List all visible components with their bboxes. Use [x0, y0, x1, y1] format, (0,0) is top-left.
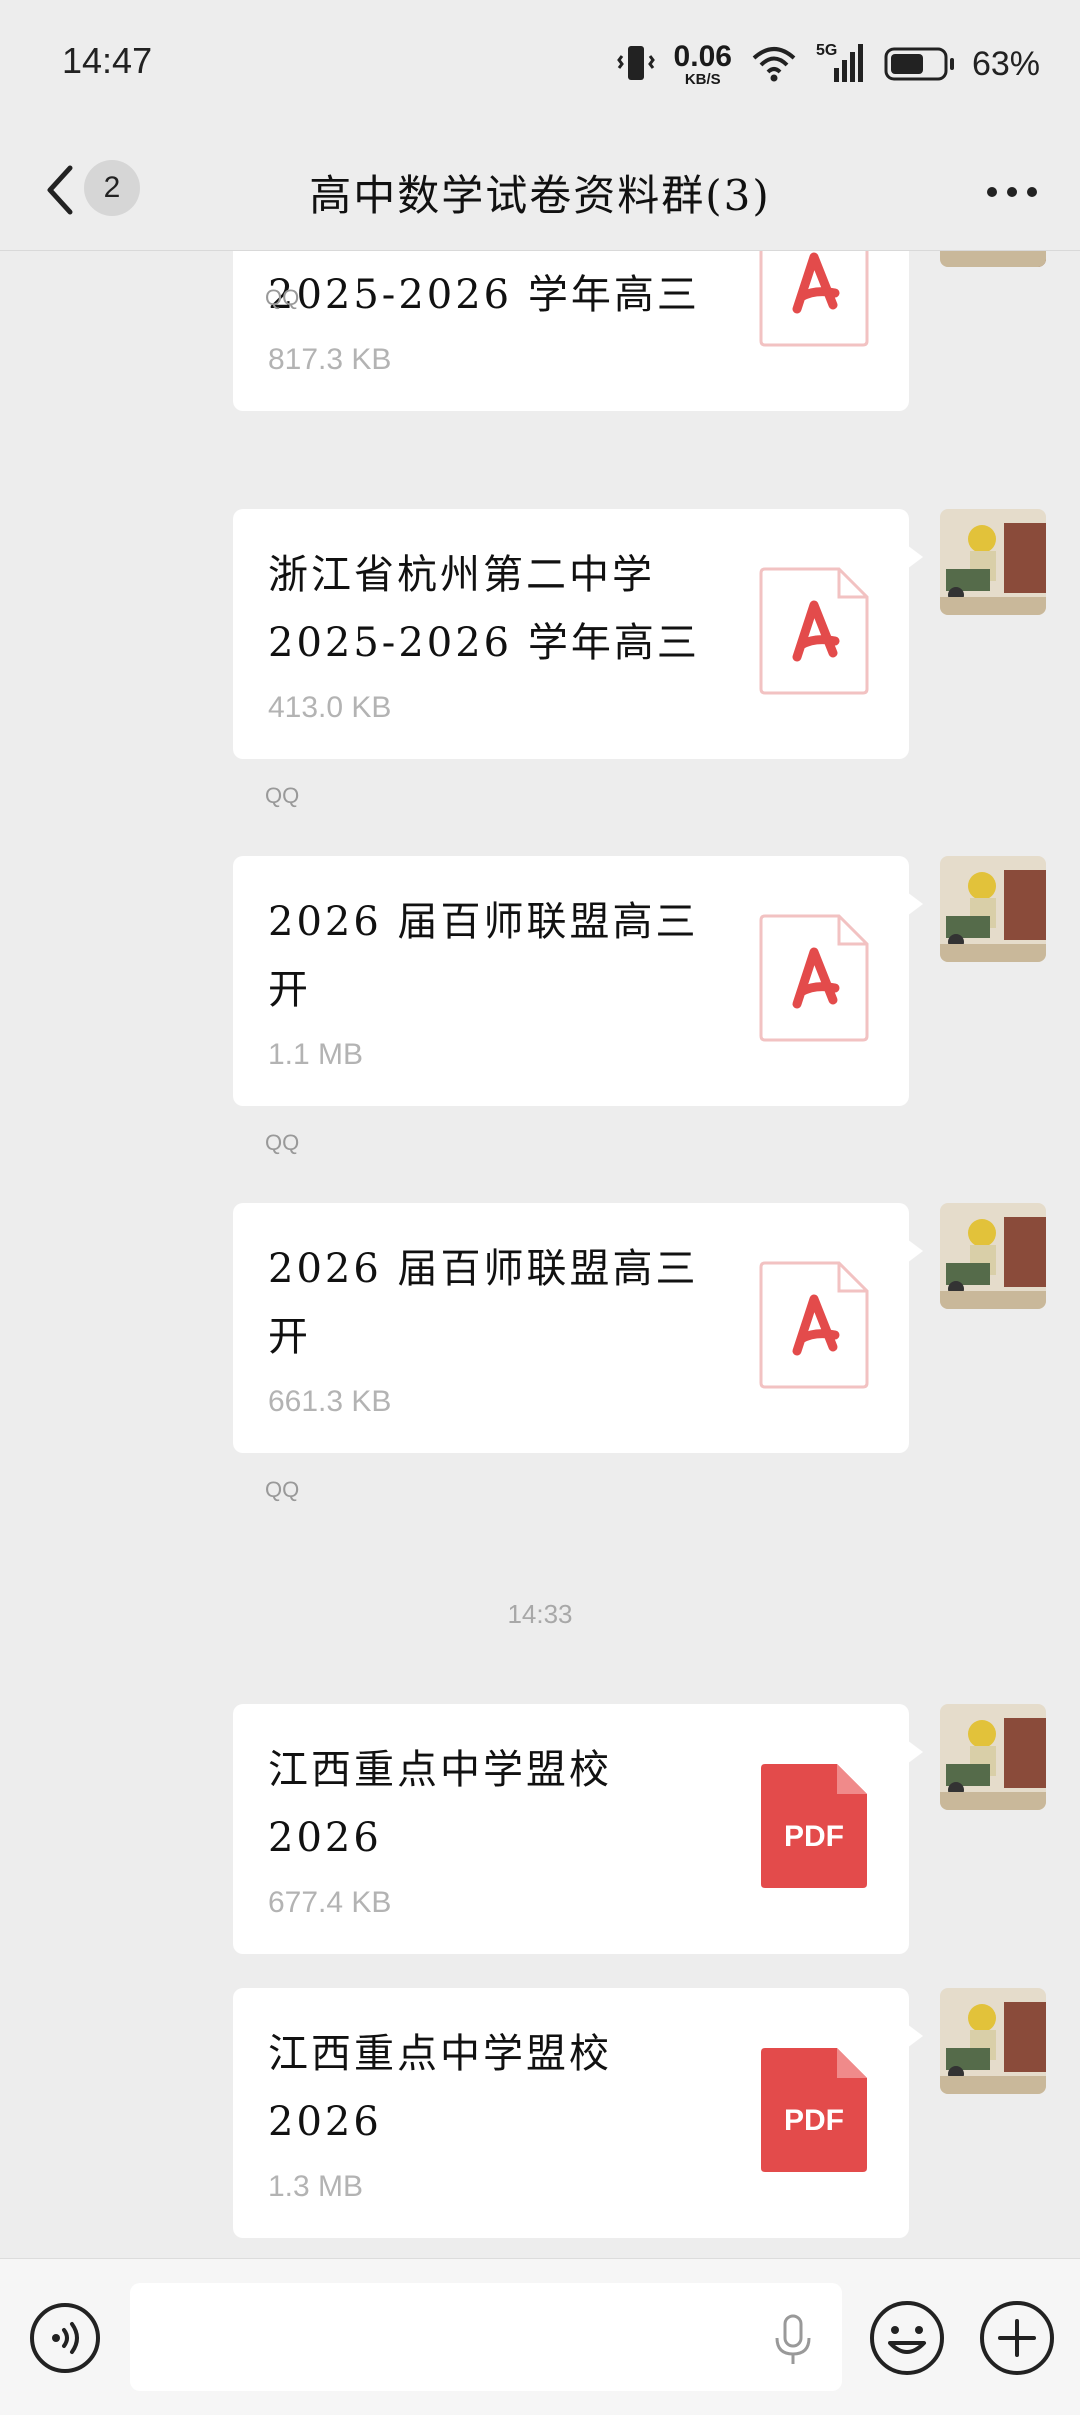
file-size: 1.3 MB	[268, 2170, 364, 2203]
file-bubble[interactable]: 2026 届百师联盟高三开 年大联考数学答案.pdf 1.1 MB	[233, 856, 923, 1106]
pdf-badge-label: PDF	[784, 2104, 844, 2137]
file-bubble[interactable]: 2026 届百师联盟高三开 年大联考数学试题.pdf 661.3 KB	[233, 1203, 923, 1453]
file-name: 江西重点中学盟校2026 届高三第一次质检 ...	[268, 1747, 612, 1861]
file-size: 1.1 MB	[268, 1038, 364, 1071]
microphone-icon[interactable]	[770, 2314, 816, 2366]
file-size: 677.4 KB	[268, 1886, 392, 1919]
file-name: 江西重点中学盟校2026 届高三第一次质检 ...	[268, 2031, 612, 2145]
file-name: 浙江省杭州第二中学 2025-2026 学年高三 ...	[268, 552, 700, 666]
message-timestamp: 14:33	[507, 1599, 573, 1629]
pdf-file-icon	[759, 1261, 869, 1389]
message-input-bar	[0, 2258, 1080, 2415]
source-label: QQ	[265, 1477, 300, 1502]
file-size: 413.0 KB	[268, 691, 392, 724]
status-icons: 0.06 KB/S 5G 63%	[616, 34, 1040, 94]
file-size: 661.3 KB	[268, 1385, 392, 1418]
pdf-file-icon: PDF	[757, 1760, 871, 1892]
cellular-signal: 5G	[816, 42, 866, 86]
pdf-file-icon	[759, 251, 869, 347]
source-label: QQ	[265, 783, 300, 808]
message-list[interactable]: 2025-2026 学年高三 ... 817.3 KB QQ 浙江省杭州第二中学…	[0, 251, 1080, 2258]
voice-mode-icon[interactable]	[28, 2301, 102, 2375]
source-label: QQ	[265, 1130, 300, 1155]
wifi-icon	[752, 47, 796, 82]
battery-percent: 63%	[971, 44, 1040, 83]
pdf-file-icon	[759, 914, 869, 1042]
file-name: 2026 届百师联盟高三开 年大联考数学答案.pdf	[268, 899, 699, 1013]
message-input[interactable]	[130, 2283, 842, 2391]
file-bubble[interactable]: 江西重点中学盟校2026 届高三第一次质检 ... 1.3 MB PDF	[233, 1988, 923, 2238]
sender-avatar[interactable]	[940, 509, 1046, 615]
status-time: 14:47	[62, 40, 153, 81]
page-title: 高中数学试卷资料群(3)	[309, 171, 771, 220]
pdf-file-icon	[759, 567, 869, 695]
source-label: QQ	[265, 285, 300, 310]
vibrate-icon	[616, 46, 655, 80]
file-bubble[interactable]: 浙江省杭州第二中学 2025-2026 学年高三 ... 413.0 KB	[233, 509, 923, 759]
chat-header: 2 高中数学试卷资料群(3)	[0, 130, 1080, 251]
file-name: 2026 届百师联盟高三开 年大联考数学试题.pdf	[268, 1246, 699, 1360]
file-size: 817.3 KB	[268, 343, 392, 376]
file-bubble[interactable]: 2025-2026 学年高三 ... 817.3 KB	[233, 251, 909, 411]
status-bar: 14:47 0.06 KB/S 5G 63%	[0, 0, 1080, 130]
more-options-icon[interactable]	[982, 172, 1042, 212]
sender-avatar[interactable]	[940, 1704, 1046, 1810]
pdf-file-icon: PDF	[757, 2044, 871, 2176]
sender-avatar[interactable]	[940, 1988, 1046, 2094]
network-speed: 0.06 KB/S	[673, 39, 732, 88]
sender-avatar[interactable]	[940, 856, 1046, 962]
pdf-badge-label: PDF	[784, 1820, 844, 1853]
sender-avatar[interactable]	[940, 251, 1046, 267]
file-bubble[interactable]: 江西重点中学盟校2026 届高三第一次质检 ... 677.4 KB PDF	[233, 1704, 923, 1954]
add-attachment-icon[interactable]	[978, 2299, 1056, 2377]
emoji-icon[interactable]	[868, 2299, 946, 2377]
sender-avatar[interactable]	[940, 1203, 1046, 1309]
battery-icon	[884, 47, 954, 81]
file-name: 2025-2026 学年高三 ...	[268, 272, 700, 318]
signal-icon	[833, 44, 863, 82]
